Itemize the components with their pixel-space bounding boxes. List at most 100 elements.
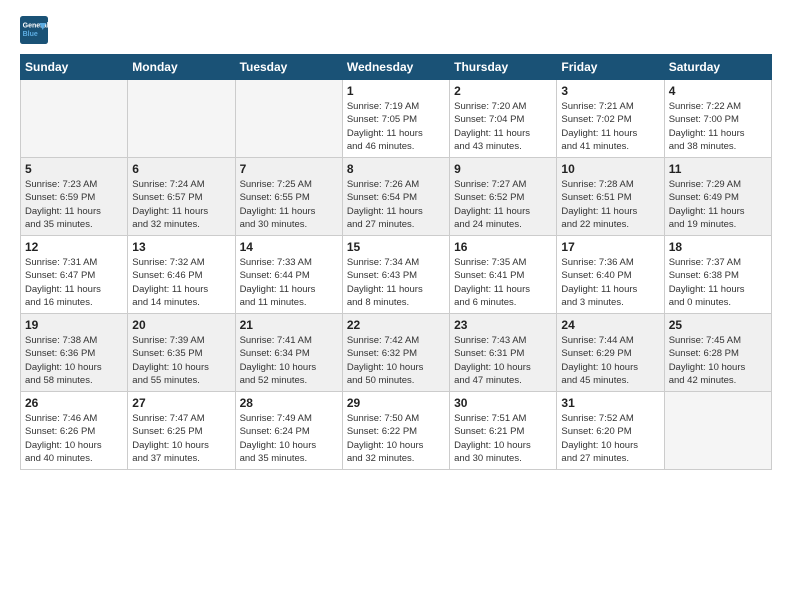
- day-number: 2: [454, 84, 552, 98]
- week-row-4: 19 Sunrise: 7:38 AM Sunset: 6:36 PM Dayli…: [21, 314, 772, 392]
- day-number: 4: [669, 84, 767, 98]
- calendar-cell: 13Sunrise: 7:32 AM Sunset: 6:46 PM Dayli…: [128, 236, 235, 314]
- day-info: Sunrise: 7:43 AM Sunset: 6:31 PM Dayligh…: [454, 334, 552, 387]
- svg-text:Blue: Blue: [23, 31, 38, 38]
- weekday-header-tuesday: Tuesday: [235, 55, 342, 80]
- day-number: 7: [240, 162, 338, 176]
- day-info: Sunrise: 7:19 AM Sunset: 7:05 PM Dayligh…: [347, 100, 445, 153]
- calendar-cell: 10 Sunrise: 7:28 AM Sunset: 6:51 PM Dayli…: [557, 158, 664, 236]
- day-number: 20: [132, 318, 230, 332]
- weekday-header-monday: Monday: [128, 55, 235, 80]
- weekday-header-row: SundayMondayTuesdayWednesdayThursdayFrid…: [21, 55, 772, 80]
- day-info: Sunrise: 7:47 AM Sunset: 6:25 PM Dayligh…: [132, 412, 230, 465]
- calendar-cell: 5 Sunrise: 7:23 AM Sunset: 6:59 PM Daylig…: [21, 158, 128, 236]
- day-number: 26: [25, 396, 123, 410]
- day-info: Sunrise: 7:50 AM Sunset: 6:22 PM Dayligh…: [347, 412, 445, 465]
- day-number: 10: [561, 162, 659, 176]
- day-number: 19: [25, 318, 123, 332]
- calendar-cell: 25 Sunrise: 7:45 AM Sunset: 6:28 PM Dayli…: [664, 314, 771, 392]
- week-row-1: 1 Sunrise: 7:19 AM Sunset: 7:05 PM Daylig…: [21, 80, 772, 158]
- day-info: Sunrise: 7:28 AM Sunset: 6:51 PM Dayligh…: [561, 178, 659, 231]
- day-info: Sunrise: 7:35 AM Sunset: 6:41 PM Dayligh…: [454, 256, 552, 309]
- calendar-cell: 30 Sunrise: 7:51 AM Sunset: 6:21 PM Dayli…: [450, 392, 557, 470]
- week-row-3: 12 Sunrise: 7:31 AM Sunset: 6:47 PM Dayli…: [21, 236, 772, 314]
- day-number: 5: [25, 162, 123, 176]
- calendar-cell: 7 Sunrise: 7:25 AM Sunset: 6:55 PM Daylig…: [235, 158, 342, 236]
- calendar-cell: 18 Sunrise: 7:37 AM Sunset: 6:38 PM Dayli…: [664, 236, 771, 314]
- calendar-cell: 6Sunrise: 7:24 AM Sunset: 6:57 PM Daylig…: [128, 158, 235, 236]
- day-number: 24: [561, 318, 659, 332]
- week-row-5: 26 Sunrise: 7:46 AM Sunset: 6:26 PM Dayli…: [21, 392, 772, 470]
- logo-icon: General Blue: [20, 16, 48, 44]
- header: General Blue: [20, 16, 772, 44]
- day-info: Sunrise: 7:31 AM Sunset: 6:47 PM Dayligh…: [25, 256, 123, 309]
- day-info: Sunrise: 7:21 AM Sunset: 7:02 PM Dayligh…: [561, 100, 659, 153]
- day-number: 22: [347, 318, 445, 332]
- day-info: Sunrise: 7:29 AM Sunset: 6:49 PM Dayligh…: [669, 178, 767, 231]
- day-info: Sunrise: 7:32 AM Sunset: 6:46 PM Dayligh…: [132, 256, 230, 309]
- day-number: 27: [132, 396, 230, 410]
- calendar-container: General Blue SundayMondayTuesdayWednesda…: [0, 0, 792, 612]
- calendar-cell: 31 Sunrise: 7:52 AM Sunset: 6:20 PM Dayli…: [557, 392, 664, 470]
- calendar-cell: [664, 392, 771, 470]
- day-info: Sunrise: 7:36 AM Sunset: 6:40 PM Dayligh…: [561, 256, 659, 309]
- day-info: Sunrise: 7:39 AM Sunset: 6:35 PM Dayligh…: [132, 334, 230, 387]
- day-number: 28: [240, 396, 338, 410]
- day-info: Sunrise: 7:20 AM Sunset: 7:04 PM Dayligh…: [454, 100, 552, 153]
- day-info: Sunrise: 7:23 AM Sunset: 6:59 PM Dayligh…: [25, 178, 123, 231]
- calendar-cell: 28 Sunrise: 7:49 AM Sunset: 6:24 PM Dayli…: [235, 392, 342, 470]
- day-number: 18: [669, 240, 767, 254]
- logo: General Blue: [20, 16, 52, 44]
- day-number: 8: [347, 162, 445, 176]
- weekday-header-thursday: Thursday: [450, 55, 557, 80]
- calendar-cell: 1 Sunrise: 7:19 AM Sunset: 7:05 PM Daylig…: [342, 80, 449, 158]
- calendar-cell: 22 Sunrise: 7:42 AM Sunset: 6:32 PM Dayli…: [342, 314, 449, 392]
- day-info: Sunrise: 7:41 AM Sunset: 6:34 PM Dayligh…: [240, 334, 338, 387]
- calendar-cell: 21Sunrise: 7:41 AM Sunset: 6:34 PM Dayli…: [235, 314, 342, 392]
- day-info: Sunrise: 7:49 AM Sunset: 6:24 PM Dayligh…: [240, 412, 338, 465]
- calendar-cell: 2 Sunrise: 7:20 AM Sunset: 7:04 PM Daylig…: [450, 80, 557, 158]
- calendar-cell: 3 Sunrise: 7:21 AM Sunset: 7:02 PM Daylig…: [557, 80, 664, 158]
- calendar-table: SundayMondayTuesdayWednesdayThursdayFrid…: [20, 54, 772, 470]
- calendar-cell: [235, 80, 342, 158]
- day-info: Sunrise: 7:24 AM Sunset: 6:57 PM Dayligh…: [132, 178, 230, 231]
- weekday-header-wednesday: Wednesday: [342, 55, 449, 80]
- calendar-cell: 9Sunrise: 7:27 AM Sunset: 6:52 PM Daylig…: [450, 158, 557, 236]
- day-info: Sunrise: 7:46 AM Sunset: 6:26 PM Dayligh…: [25, 412, 123, 465]
- day-number: 12: [25, 240, 123, 254]
- calendar-cell: [21, 80, 128, 158]
- day-info: Sunrise: 7:33 AM Sunset: 6:44 PM Dayligh…: [240, 256, 338, 309]
- day-info: Sunrise: 7:45 AM Sunset: 6:28 PM Dayligh…: [669, 334, 767, 387]
- calendar-cell: 8 Sunrise: 7:26 AM Sunset: 6:54 PM Daylig…: [342, 158, 449, 236]
- calendar-cell: 23 Sunrise: 7:43 AM Sunset: 6:31 PM Dayli…: [450, 314, 557, 392]
- day-number: 1: [347, 84, 445, 98]
- day-info: Sunrise: 7:37 AM Sunset: 6:38 PM Dayligh…: [669, 256, 767, 309]
- day-number: 14: [240, 240, 338, 254]
- day-info: Sunrise: 7:27 AM Sunset: 6:52 PM Dayligh…: [454, 178, 552, 231]
- day-info: Sunrise: 7:51 AM Sunset: 6:21 PM Dayligh…: [454, 412, 552, 465]
- calendar-cell: 24Sunrise: 7:44 AM Sunset: 6:29 PM Dayli…: [557, 314, 664, 392]
- day-number: 16: [454, 240, 552, 254]
- calendar-cell: 12 Sunrise: 7:31 AM Sunset: 6:47 PM Dayli…: [21, 236, 128, 314]
- day-info: Sunrise: 7:25 AM Sunset: 6:55 PM Dayligh…: [240, 178, 338, 231]
- day-info: Sunrise: 7:22 AM Sunset: 7:00 PM Dayligh…: [669, 100, 767, 153]
- day-number: 3: [561, 84, 659, 98]
- day-info: Sunrise: 7:52 AM Sunset: 6:20 PM Dayligh…: [561, 412, 659, 465]
- calendar-cell: 29 Sunrise: 7:50 AM Sunset: 6:22 PM Dayli…: [342, 392, 449, 470]
- day-info: Sunrise: 7:42 AM Sunset: 6:32 PM Dayligh…: [347, 334, 445, 387]
- day-number: 29: [347, 396, 445, 410]
- day-number: 23: [454, 318, 552, 332]
- day-number: 31: [561, 396, 659, 410]
- day-info: Sunrise: 7:38 AM Sunset: 6:36 PM Dayligh…: [25, 334, 123, 387]
- calendar-cell: 11Sunrise: 7:29 AM Sunset: 6:49 PM Dayli…: [664, 158, 771, 236]
- calendar-cell: 4 Sunrise: 7:22 AM Sunset: 7:00 PM Daylig…: [664, 80, 771, 158]
- day-info: Sunrise: 7:34 AM Sunset: 6:43 PM Dayligh…: [347, 256, 445, 309]
- weekday-header-saturday: Saturday: [664, 55, 771, 80]
- calendar-cell: 27 Sunrise: 7:47 AM Sunset: 6:25 PM Dayli…: [128, 392, 235, 470]
- day-number: 15: [347, 240, 445, 254]
- calendar-cell: 26 Sunrise: 7:46 AM Sunset: 6:26 PM Dayli…: [21, 392, 128, 470]
- day-info: Sunrise: 7:26 AM Sunset: 6:54 PM Dayligh…: [347, 178, 445, 231]
- day-number: 25: [669, 318, 767, 332]
- day-number: 30: [454, 396, 552, 410]
- calendar-cell: 17Sunrise: 7:36 AM Sunset: 6:40 PM Dayli…: [557, 236, 664, 314]
